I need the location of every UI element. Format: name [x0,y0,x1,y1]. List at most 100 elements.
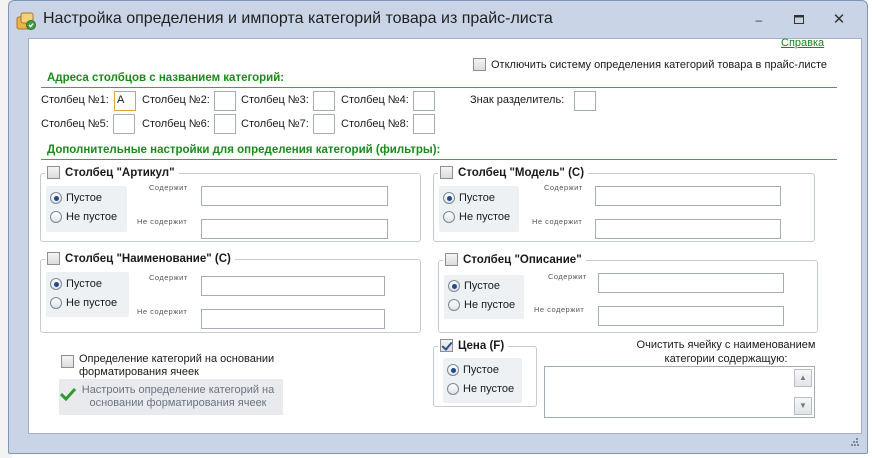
clear-cell-textarea[interactable]: ▲ ▼ [544,366,815,418]
price-group-title[interactable]: Цена (F) [438,339,509,352]
description-not-contains-label: Не содержит [534,305,585,314]
col7-input[interactable] [313,114,335,134]
window-title: Настройка определения и импорта категори… [43,10,553,27]
disable-system-label: Отключить систему определения категорий … [491,58,828,71]
help-link[interactable]: Справка [781,37,824,49]
formatting-checkbox[interactable]: Определение категорий на основании форма… [61,353,293,379]
article-not-contains-input[interactable] [201,219,388,239]
name-empty-radio[interactable]: Пустое [50,278,102,290]
model-not-empty-label: Не пустое [459,211,511,223]
clear-cell-label: Очистить ячейку с наименованием категори… [636,339,816,365]
col7-label: Столбец №7: [241,118,309,130]
name-contains-input[interactable] [201,276,385,296]
radio-selected-icon[interactable] [443,192,455,204]
model-not-contains-label: Не содержит [532,217,583,226]
scroll-down-icon[interactable]: ▼ [794,397,812,415]
configure-formatting-button[interactable]: Настроить определение категорий на основ… [59,379,283,415]
article-contains-label: Содержит [149,183,188,192]
article-checkbox[interactable] [47,166,60,179]
name-group: Столбец "Наименование" (C) Пустое Не пус… [40,252,421,333]
close-icon[interactable]: ✕ [827,10,851,30]
description-empty-label: Пустое [464,280,500,292]
article-not-contains-label: Не содержит [137,217,188,226]
col5-input[interactable] [113,114,135,134]
name-not-contains-label: Не содержит [137,307,188,316]
dialog-window: Настройка определения и импорта категори… [8,0,868,454]
addresses-divider [41,87,837,88]
radio-icon[interactable] [443,211,455,223]
separator-input[interactable] [574,91,596,111]
price-not-empty-label: Не пустое [463,383,515,395]
description-contains-label: Содержит [548,272,587,281]
formatting-checkbox-box[interactable] [61,355,74,368]
price-label: Цена (F) [458,339,505,352]
description-empty-radio[interactable]: Пустое [448,280,500,292]
radio-selected-icon[interactable] [50,278,62,290]
description-checkbox[interactable] [445,253,458,266]
separator-label: Знак разделитель: [470,94,565,106]
description-radio-panel: Пустое Не пустое [444,275,524,319]
radio-selected-icon[interactable] [447,364,459,376]
description-group-title[interactable]: Столбец "Описание" [443,253,586,266]
model-not-empty-radio[interactable]: Не пустое [443,211,510,223]
name-checkbox[interactable] [47,252,60,265]
name-group-title[interactable]: Столбец "Наименование" (C) [45,252,235,265]
col8-label: Столбец №8: [341,118,409,130]
configure-formatting-label: Настроить определение категорий на основ… [81,384,275,409]
name-radio-panel: Пустое Не пустое [46,272,129,317]
scroll-up-icon[interactable]: ▲ [794,369,812,387]
col6-label: Столбец №6: [142,118,210,130]
description-not-contains-input[interactable] [598,306,784,326]
radio-icon[interactable] [447,383,459,395]
name-not-empty-radio[interactable]: Не пустое [50,297,117,309]
col2-input[interactable] [214,91,236,111]
dialog-content: Справка Отключить систему определения ка… [28,37,862,434]
description-label: Столбец "Описание" [463,253,582,266]
radio-icon[interactable] [448,299,460,311]
col5-label: Столбец №5: [41,118,109,130]
name-contains-label: Содержит [149,273,188,282]
maximize-icon[interactable] [787,10,811,30]
col2-label: Столбец №2: [142,94,210,106]
col3-input[interactable] [313,91,335,111]
price-group: Цена (F) Пустое Не пустое [433,339,537,407]
model-not-contains-input[interactable] [595,219,781,239]
col6-input[interactable] [214,114,236,134]
model-empty-radio[interactable]: Пустое [443,192,495,204]
col1-input[interactable]: A [114,91,136,111]
price-checkbox[interactable] [440,339,453,352]
radio-selected-icon[interactable] [50,192,62,204]
minimize-icon[interactable]: ‒ [747,10,771,30]
article-group-title[interactable]: Столбец "Артикул" [45,166,179,179]
col4-label: Столбец №4: [341,94,409,106]
resize-grip-icon[interactable] [851,438,859,446]
article-contains-input[interactable] [201,186,388,206]
disable-system-checkbox[interactable]: Отключить систему определения категорий … [473,58,827,71]
article-not-empty-label: Не пустое [66,211,118,223]
description-not-empty-label: Не пустое [464,299,516,311]
col4-input[interactable] [413,91,435,111]
addresses-heading: Адреса столбцов с названием категорий: [47,72,285,84]
price-radio-panel: Пустое Не пустое [443,358,522,403]
col8-input[interactable] [413,114,435,134]
disable-system-checkbox-box[interactable] [473,58,486,71]
article-not-empty-radio[interactable]: Не пустое [50,211,117,223]
model-checkbox[interactable] [440,166,453,179]
model-group: Столбец "Модель" (C) Пустое Не пустое Со… [433,166,815,242]
description-not-empty-radio[interactable]: Не пустое [448,299,515,311]
title-bar[interactable]: Настройка определения и импорта категори… [9,1,867,39]
radio-icon[interactable] [50,211,62,223]
price-empty-radio[interactable]: Пустое [447,364,499,376]
article-empty-radio[interactable]: Пустое [50,192,102,204]
name-not-contains-input[interactable] [201,309,385,329]
model-label: Столбец "Модель" (C) [458,166,585,179]
description-contains-input[interactable] [598,273,784,293]
radio-selected-icon[interactable] [448,280,460,292]
article-group: Столбец "Артикул" Пустое Не пустое Содер… [40,166,421,242]
radio-icon[interactable] [50,297,62,309]
col3-label: Столбец №3: [241,94,309,106]
model-contains-input[interactable] [595,186,781,206]
article-label: Столбец "Артикул" [65,166,175,179]
model-group-title[interactable]: Столбец "Модель" (C) [438,166,589,179]
price-not-empty-radio[interactable]: Не пустое [447,383,514,395]
